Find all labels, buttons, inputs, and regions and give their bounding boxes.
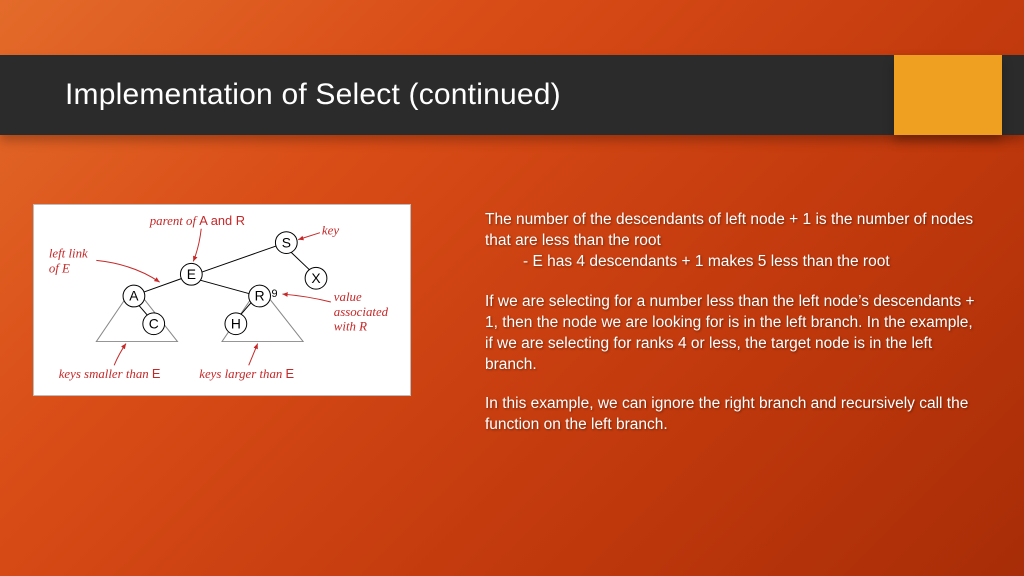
label-larger: keys larger than E [199, 366, 294, 381]
paragraph-3: In this example, we can ignore the right… [485, 394, 975, 436]
label-value-3: with R [334, 320, 367, 334]
label-parent: parent of A and R [149, 213, 245, 228]
node-x: X [311, 270, 320, 286]
label-key: key [322, 224, 339, 238]
accent-block [894, 55, 1002, 135]
label-leftlink-1: left link [49, 246, 88, 260]
node-s: S [282, 234, 291, 250]
node-r: R [255, 288, 265, 304]
label-smaller: keys smaller than E [59, 366, 161, 381]
bst-diagram: S E X A R 9 C H parent of A and R key le… [33, 204, 411, 396]
label-leftlink-2: of E [49, 261, 70, 275]
node-h: H [231, 315, 241, 331]
slide: Implementation of Select (continued) S [0, 0, 1024, 576]
paragraph-2: If we are selecting for a number less th… [485, 292, 975, 376]
label-value-2: associated [334, 305, 389, 319]
paragraph-1: The number of the descendants of left no… [485, 210, 975, 273]
value-nine: 9 [271, 288, 277, 300]
slide-title: Implementation of Select (continued) [0, 78, 561, 112]
label-value-1: value [334, 290, 362, 304]
node-c: C [149, 315, 159, 331]
node-a: A [129, 288, 139, 304]
node-e: E [187, 266, 196, 282]
body-text: The number of the descendants of left no… [485, 210, 975, 455]
title-bar: Implementation of Select (continued) [0, 55, 1024, 135]
